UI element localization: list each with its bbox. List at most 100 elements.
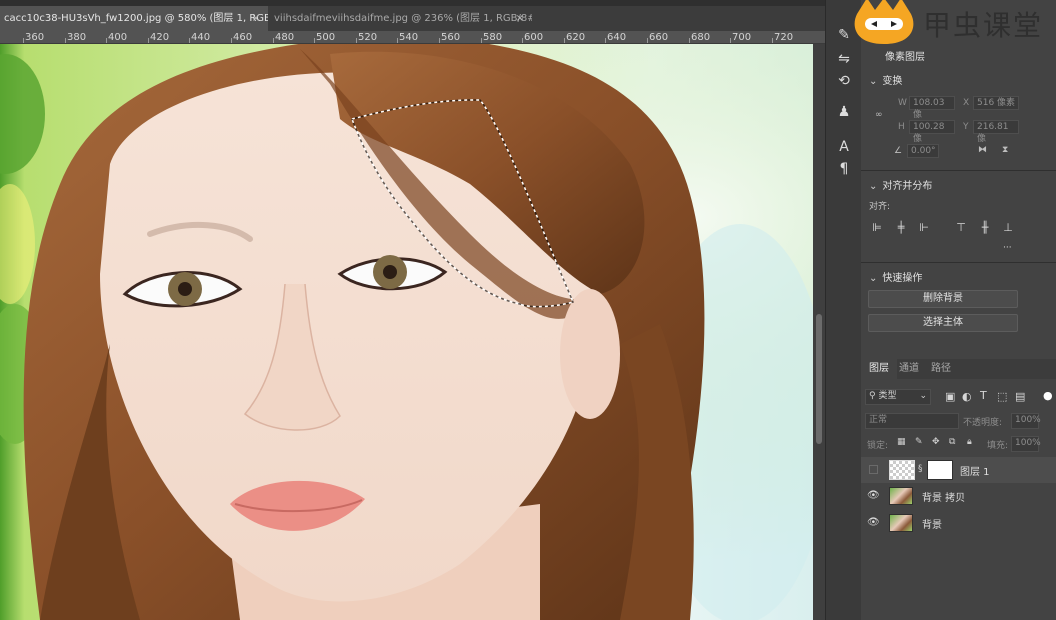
- close-tab-icon[interactable]: ×: [516, 6, 524, 31]
- tab-paths[interactable]: 路径: [931, 359, 951, 379]
- ruler-tick-label: 560: [441, 32, 461, 43]
- flip-horizontal-icon[interactable]: ⧓: [978, 145, 987, 155]
- eye-icon[interactable]: 👁︎: [867, 490, 880, 502]
- ruler-tick: [273, 38, 274, 43]
- layer-row-background-copy[interactable]: 👁︎ 背景 拷贝: [861, 483, 1056, 509]
- ruler-tick: [564, 38, 565, 43]
- align-bottom-icon[interactable]: ⊥: [1002, 222, 1014, 234]
- ruler-tick: [439, 38, 440, 43]
- layer-filter-select[interactable]: ⚲ 类型 ⌄: [865, 389, 931, 405]
- ruler-tick-label: 500: [316, 32, 336, 43]
- layer-thumbnail: [889, 514, 913, 532]
- document-tab-active[interactable]: cacc10c38-HU3sVh_fw1200.jpg @ 580% (图层 1…: [0, 6, 268, 31]
- scrollbar-thumb[interactable]: [816, 314, 822, 444]
- filter-toggle-icon[interactable]: ●: [1043, 389, 1053, 402]
- lock-transparency-icon[interactable]: ▦: [897, 437, 906, 447]
- filter-type-icon[interactable]: T: [980, 389, 987, 402]
- ruler-tick-label: 460: [233, 32, 253, 43]
- opacity-field[interactable]: 100%: [1011, 413, 1041, 429]
- divider: [861, 170, 1056, 171]
- paragraph-icon[interactable]: ¶: [835, 160, 853, 178]
- visibility-toggle-off[interactable]: [869, 465, 878, 474]
- brand-logo: 甲虫课堂: [845, 0, 1056, 44]
- lock-position-icon[interactable]: ✥: [932, 437, 940, 447]
- horizontal-ruler[interactable]: 360 380 400 420 440 460 480 500 520 540 560 580 600 6…: [0, 31, 825, 44]
- select-subject-button[interactable]: 选择主体: [868, 314, 1018, 332]
- transform-section-header[interactable]: ⌄ 变换: [869, 72, 902, 87]
- ruler-tick-label: 620: [566, 32, 586, 43]
- ruler-tick: [23, 38, 24, 43]
- close-tab-icon[interactable]: ×: [252, 6, 260, 31]
- ruler-tick: [730, 38, 731, 43]
- fill-field[interactable]: 100%: [1011, 436, 1041, 452]
- x-field[interactable]: 516 像素: [973, 96, 1019, 110]
- ruler-tick: [397, 38, 398, 43]
- ruler-tick-label: 540: [399, 32, 419, 43]
- filter-pixel-icon[interactable]: ▣: [945, 390, 955, 403]
- layer-row-background[interactable]: 👁︎ 背景: [861, 510, 1056, 536]
- tab-label: viihsdaifmeviihsdaifme.jpg @ 236% (图层 1,…: [274, 13, 532, 24]
- ruler-tick: [689, 38, 690, 43]
- character-icon[interactable]: A: [835, 138, 853, 156]
- tab-label: cacc10c38-HU3sVh_fw1200.jpg @ 580% (图层 1…: [4, 13, 268, 24]
- x-label: X: [963, 98, 970, 108]
- ruler-tick: [314, 38, 315, 43]
- flip-vertical-icon[interactable]: ⧗: [1002, 145, 1008, 155]
- bug-mascot-icon: [854, 0, 914, 44]
- ruler-tick-label: 660: [649, 32, 669, 43]
- lock-label: 锁定:: [867, 441, 889, 451]
- vertical-scrollbar[interactable]: [813, 44, 825, 620]
- ruler-tick-label: 420: [150, 32, 170, 43]
- filter-adjustment-icon[interactable]: ◐: [962, 390, 972, 403]
- clone-source-icon[interactable]: ♟: [835, 103, 853, 121]
- height-label: H: [898, 122, 905, 132]
- chevron-down-icon: ⌄: [869, 76, 878, 87]
- lock-pixels-icon[interactable]: ✎: [915, 437, 923, 447]
- link-icon[interactable]: ∞: [875, 110, 883, 120]
- layer-row-layer1[interactable]: § 图层 1: [861, 457, 1056, 483]
- quick-actions-header[interactable]: ⌄ 快速操作: [869, 269, 922, 284]
- layer-name: 背景: [922, 520, 942, 531]
- layer-thumbnail: [889, 487, 913, 505]
- ruler-tick-label: 380: [67, 32, 87, 43]
- align-section-header[interactable]: ⌄ 对齐并分布: [869, 177, 932, 192]
- image-canvas[interactable]: [0, 44, 813, 620]
- ruler-tick-label: 640: [607, 32, 627, 43]
- angle-field[interactable]: 0.00°: [907, 144, 939, 158]
- panel-icon-strip: ✎ ⇋ ⟲ ♟ A ¶: [825, 0, 861, 620]
- lock-all-icon[interactable]: 🔒︎: [967, 437, 972, 447]
- align-left-icon[interactable]: ⊫: [871, 222, 883, 234]
- align-center-h-icon[interactable]: ╪: [895, 222, 907, 234]
- filter-shape-icon[interactable]: ⬚: [997, 390, 1007, 403]
- ruler-tick-label: 480: [275, 32, 295, 43]
- align-center-v-icon[interactable]: ╫: [979, 222, 991, 234]
- layer-name: 图层 1: [960, 467, 990, 478]
- layer-name: 背景 拷贝: [922, 493, 966, 504]
- layer-mask-thumbnail[interactable]: [927, 460, 953, 480]
- ruler-tick-label: 440: [191, 32, 211, 43]
- more-options-icon[interactable]: ···: [1003, 243, 1012, 253]
- height-field[interactable]: 100.28 像: [909, 120, 955, 144]
- blend-mode-select[interactable]: 正常: [865, 413, 959, 429]
- width-field[interactable]: 108.03 像: [909, 96, 955, 120]
- chevron-down-icon: ⌄: [869, 273, 878, 284]
- ruler-tick-label: 720: [774, 32, 794, 43]
- align-right-icon[interactable]: ⊩: [918, 222, 930, 234]
- link-icon[interactable]: §: [918, 464, 924, 476]
- portrait-photo: [0, 44, 813, 620]
- tab-channels[interactable]: 通道: [899, 359, 919, 379]
- align-top-icon[interactable]: ⊤: [955, 222, 967, 234]
- history-icon[interactable]: ⟲: [835, 72, 853, 90]
- layers-panel-tabs: 图层 通道 路径: [861, 359, 1056, 379]
- y-label: Y: [963, 122, 969, 132]
- filter-smart-object-icon[interactable]: ▤: [1015, 390, 1025, 403]
- eye-icon[interactable]: 👁︎: [867, 517, 880, 529]
- tab-layers[interactable]: 图层: [861, 359, 897, 379]
- ruler-tick-label: 600: [524, 32, 544, 43]
- document-tab-inactive[interactable]: viihsdaifmeviihsdaifme.jpg @ 236% (图层 1,…: [270, 6, 532, 31]
- lock-artboard-icon[interactable]: ⧉: [949, 437, 955, 447]
- adjustments-icon[interactable]: ⇋: [835, 50, 853, 68]
- y-field[interactable]: 216.81 像: [973, 120, 1019, 144]
- remove-background-button[interactable]: 删除背景: [868, 290, 1018, 308]
- layer-thumbnail: [889, 460, 915, 480]
